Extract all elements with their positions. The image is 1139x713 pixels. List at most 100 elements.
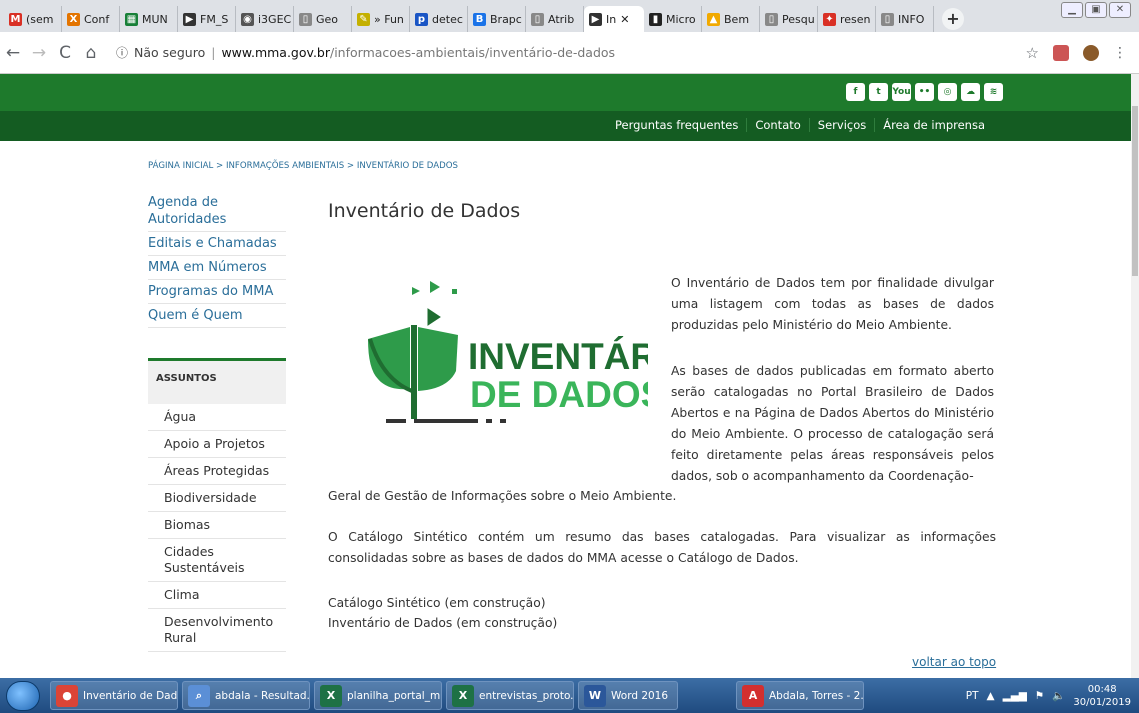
tab-10[interactable]: ▶ In ✕ (584, 6, 644, 32)
taskbar-item-3[interactable]: Xentrevistas_proto... (446, 681, 574, 710)
tab-5[interactable]: ▯ Geo (294, 6, 352, 32)
sidebar-link[interactable]: Programas do MMA (148, 280, 286, 304)
tab-label: Geo (316, 12, 339, 26)
tab-close-icon[interactable]: ✕ (620, 13, 629, 26)
tab-label: INFO (898, 12, 925, 26)
tab-strip: M (sem X Conf ▦ MUN ▶ FM_S ◉ i3GEC ▯ Geo ✎ » Fun p dete… (0, 0, 1139, 32)
nav-item-0[interactable]: Perguntas frequentes (607, 118, 746, 132)
flag-icon: ▲ (707, 12, 720, 26)
tab-label: Brapc (490, 12, 522, 26)
tab-1[interactable]: X Conf (62, 6, 120, 32)
sidebar-link[interactable]: Quem é Quem (148, 304, 286, 328)
scrollbar[interactable] (1131, 74, 1139, 678)
tab-6[interactable]: ✎ » Fun (352, 6, 410, 32)
reload-icon[interactable]: C (52, 43, 78, 63)
tab-7[interactable]: p detec (410, 6, 468, 32)
tab-15[interactable]: ▯ INFO (876, 6, 934, 32)
taskbar-item-1[interactable]: ⌕ abdala - Resultad... (182, 681, 310, 710)
assunto-link[interactable]: Desenvolvimento Rural (148, 609, 286, 652)
tab-3[interactable]: ▶ FM_S (178, 6, 236, 32)
tab-4[interactable]: ◉ i3GEC (236, 6, 294, 32)
network-icon[interactable]: ⚑ (1035, 690, 1044, 702)
assunto-link[interactable]: Água (148, 404, 286, 431)
taskbar-label: Abdala, Torres - 2... (769, 689, 864, 702)
nav-item-1[interactable]: Contato (746, 118, 808, 132)
taskbar-label: Word 2016 (611, 689, 669, 702)
social-icon-6[interactable]: ≋ (984, 83, 1003, 101)
back-to-top-link[interactable]: voltar ao topo (912, 655, 996, 669)
eye-icon: ◉ (241, 12, 254, 26)
excel-icon: X (320, 684, 342, 707)
assunto-link[interactable]: Cidades Sustentáveis (148, 539, 286, 582)
gmail-icon: M (9, 12, 22, 26)
page-icon: ▯ (881, 12, 894, 26)
tab-label: MUN (142, 12, 168, 26)
clock[interactable]: 00:48 30/01/2019 (1073, 683, 1131, 709)
forward-icon[interactable]: → (26, 43, 52, 63)
taskbar-item-0[interactable]: ● Inventário de Dad... (50, 681, 178, 710)
taskbar-item-5[interactable]: A Abdala, Torres - 2... (736, 681, 864, 710)
assunto-link[interactable]: Biomas (148, 512, 286, 539)
pdf-extension-icon[interactable] (1053, 44, 1069, 61)
tab-0[interactable]: M (sem (4, 6, 62, 32)
menu-icon[interactable]: ⋮ (1113, 45, 1127, 61)
address-toolbar: ← → C ⌂ ⓘ Não seguro | www.mma.gov.br/in… (0, 32, 1139, 74)
b-icon: B (473, 12, 486, 26)
tab-11[interactable]: ▮ Micro (644, 6, 702, 32)
assunto-link[interactable]: Clima (148, 582, 286, 609)
sidebar-link[interactable]: Agenda de Autoridades (148, 191, 286, 232)
sidebar-link[interactable]: Editais e Chamadas (148, 232, 286, 256)
inventario-dados-link[interactable]: Inventário de Dados (em construção) (328, 613, 557, 634)
close-icon[interactable]: ✕ (1109, 2, 1131, 18)
logo-line2: DE DADOS (470, 374, 648, 415)
volume-icon[interactable]: 🔈 (1052, 689, 1065, 702)
taskbar-item-2[interactable]: Xplanilha_portal_m... (314, 681, 442, 710)
home-icon[interactable]: ⌂ (78, 43, 104, 63)
logo-line1: INVENTÁRIO (468, 336, 648, 377)
tab-12[interactable]: ▲ Bem (702, 6, 760, 32)
info-icon[interactable]: ⓘ (116, 44, 128, 61)
play-icon: ▶ (589, 12, 602, 26)
start-button[interactable] (6, 680, 40, 711)
social-icon-3[interactable]: •• (915, 83, 934, 101)
nav-item-3[interactable]: Área de imprensa (874, 118, 993, 132)
page-content: PÁGINA INICIAL > INFORMAÇÕES AMBIENTAIS … (0, 141, 1131, 678)
tab-8[interactable]: B Brapc (468, 6, 526, 32)
back-icon[interactable]: ← (0, 43, 26, 63)
tab-13[interactable]: ▯ Pesqu (760, 6, 818, 32)
social-icon-2[interactable]: You (892, 83, 911, 101)
pen-icon: ✎ (357, 12, 370, 26)
address-bar[interactable]: ⓘ Não seguro | www.mma.gov.br/informacoe… (116, 39, 1026, 67)
new-tab-button[interactable]: + (942, 8, 964, 30)
taskbar-item-4[interactable]: W Word 2016 (578, 681, 678, 710)
profile-avatar[interactable] (1083, 44, 1099, 61)
url-host: www.mma.gov.br (221, 45, 330, 60)
taskbar-label: abdala - Resultad... (215, 689, 310, 702)
sheets-icon: ▦ (125, 12, 138, 26)
language-indicator[interactable]: PT (966, 690, 979, 702)
taskbar-label: Inventário de Dad... (83, 689, 178, 702)
sidebar-link[interactable]: MMA em Números (148, 256, 286, 280)
social-icon-5[interactable]: ☁ (961, 83, 980, 101)
assunto-link[interactable]: Apoio a Projetos (148, 431, 286, 458)
social-icon-4[interactable]: ◎ (938, 83, 957, 101)
breadcrumb[interactable]: PÁGINA INICIAL > INFORMAÇÕES AMBIENTAIS … (148, 161, 458, 171)
catalogo-sintetico-link[interactable]: Catálogo Sintético (em construção) (328, 593, 546, 614)
tab-14[interactable]: ✦ resen (818, 6, 876, 32)
social-icon-0[interactable]: f (846, 83, 865, 101)
tab-label: Atrib (548, 12, 575, 26)
social-icon-1[interactable]: t (869, 83, 888, 101)
maximize-icon[interactable]: ▣ (1085, 2, 1107, 18)
tab-9[interactable]: ▯ Atrib (526, 6, 584, 32)
assunto-link[interactable]: Áreas Protegidas (148, 458, 286, 485)
intro-paragraph: O Inventário de Dados tem por finalidade… (671, 276, 994, 332)
nav-item-2[interactable]: Serviços (808, 118, 874, 132)
scrollbar-thumb[interactable] (1132, 106, 1138, 276)
tab-2[interactable]: ▦ MUN (120, 6, 178, 32)
page-title: Inventário de Dados (328, 200, 521, 222)
minimize-icon[interactable]: ▁ (1061, 2, 1083, 18)
tray-arrow-icon[interactable]: ▲ (987, 690, 995, 702)
assunto-link[interactable]: Biodiversidade (148, 485, 286, 512)
tab-label: In (606, 12, 617, 26)
bookmark-star-icon[interactable]: ☆ (1026, 44, 1039, 62)
